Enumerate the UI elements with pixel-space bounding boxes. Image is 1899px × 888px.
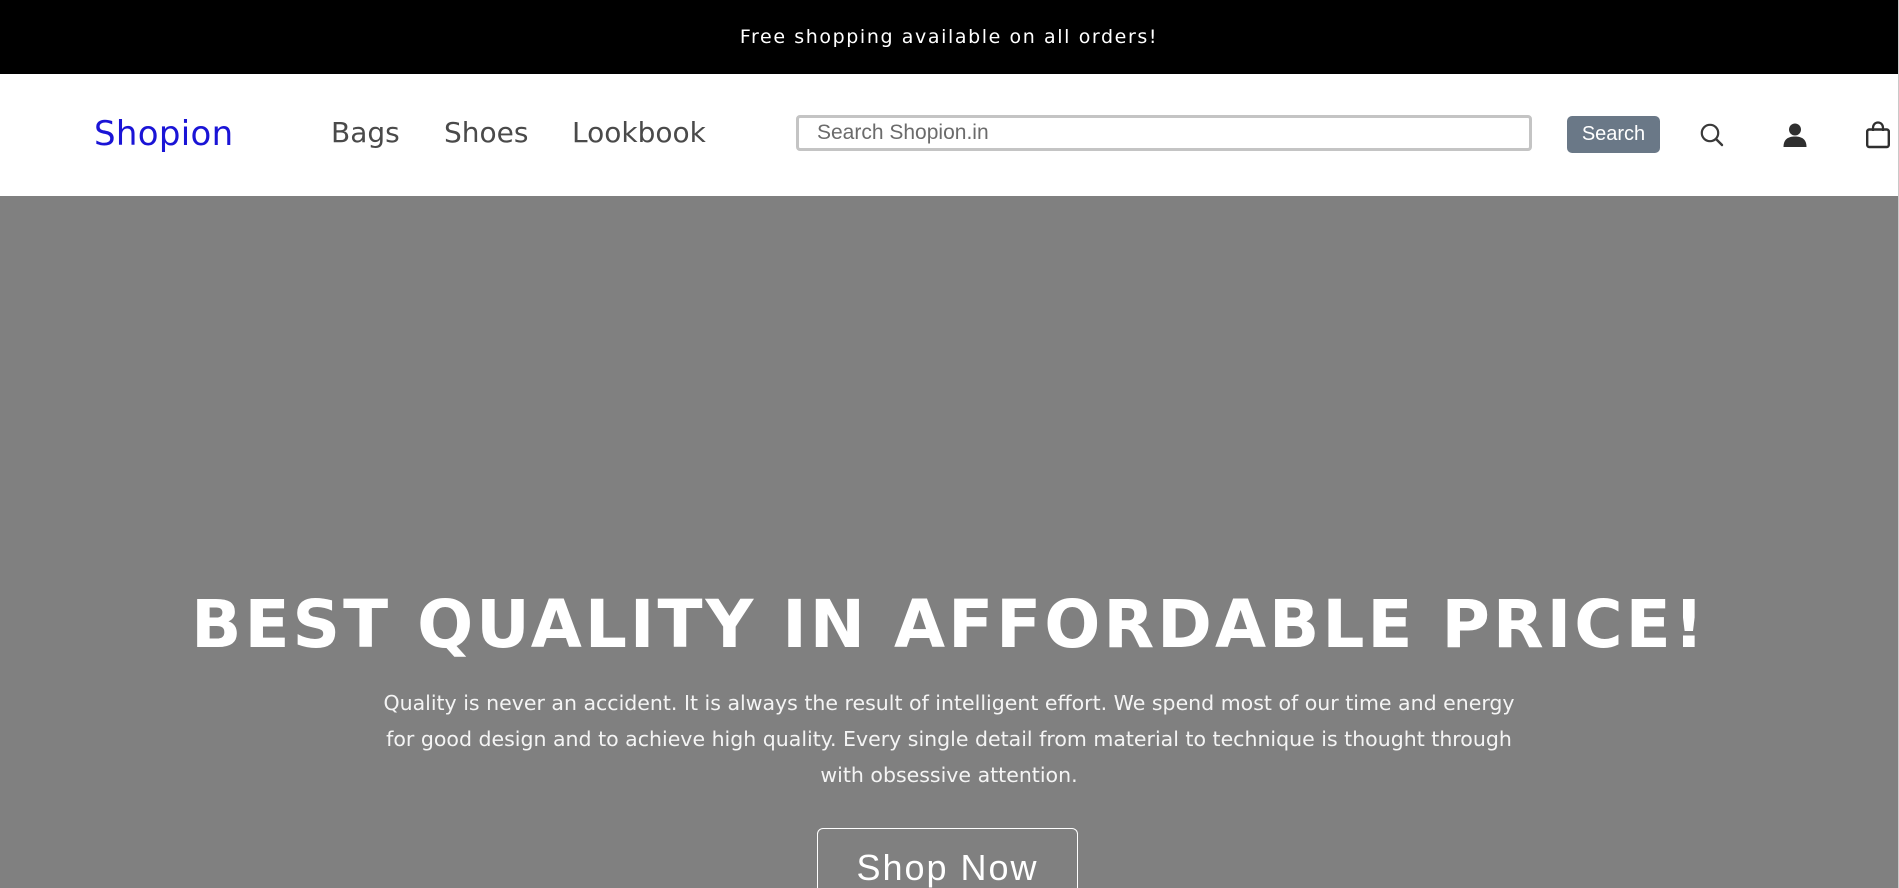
shop-now-button[interactable]: Shop Now: [817, 828, 1078, 888]
page: Free shopping available on all orders! S…: [0, 0, 1899, 888]
page-content: Free shopping available on all orders! S…: [0, 0, 1898, 888]
logo-link[interactable]: Shopion: [94, 114, 233, 154]
nav-link-shoes[interactable]: Shoes: [444, 116, 528, 149]
hero-banner: BEST QUALITY IN AFFORDABLE PRICE! Qualit…: [0, 196, 1898, 888]
search-button[interactable]: Search: [1567, 116, 1660, 153]
account-icon[interactable]: [1778, 118, 1812, 152]
shopping-bag-icon[interactable]: [1861, 118, 1895, 152]
search-input[interactable]: [796, 115, 1532, 151]
announcement-bar: Free shopping available on all orders!: [0, 0, 1898, 74]
nav-link-lookbook[interactable]: Lookbook: [572, 116, 706, 149]
hero-description: Quality is never an accident. It is alwa…: [383, 691, 1515, 787]
site-header: Shopion Bags Shoes Lookbook Search: [0, 74, 1898, 196]
hero-title: BEST QUALITY IN AFFORDABLE PRICE!: [191, 586, 1707, 663]
nav-link-bags[interactable]: Bags: [331, 116, 400, 149]
announcement-text: Free shopping available on all orders!: [739, 26, 1159, 48]
search-icon[interactable]: [1695, 118, 1729, 152]
